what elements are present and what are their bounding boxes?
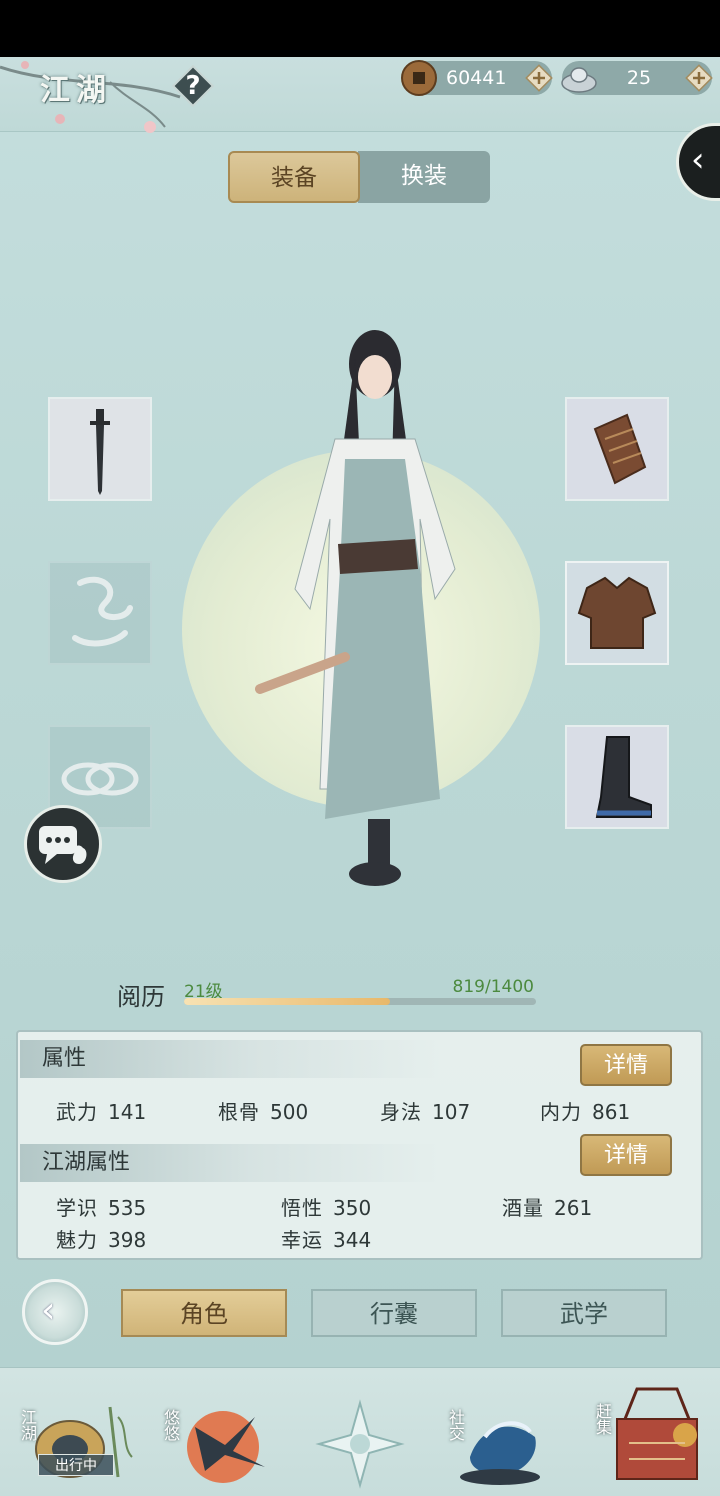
experience-value: 819/1400 — [452, 977, 534, 997]
bottom-nav-youyou-label: 悠悠 — [161, 1409, 180, 1441]
stat-item: 魅力 398 — [56, 1228, 147, 1252]
nav-bag-button[interactable]: 行囊 — [311, 1289, 477, 1337]
copper-coin-value: 60441 — [446, 67, 507, 89]
silver-ingot-display: 25 — [561, 61, 714, 95]
attributes-title: 属性 — [20, 1040, 440, 1078]
traveling-badge: 出行中 — [38, 1454, 114, 1476]
chat-bubble-icon — [39, 826, 87, 864]
jianghu-attributes-detail-button[interactable]: 详情 — [580, 1134, 672, 1176]
leather-bracer-icon — [593, 413, 647, 485]
nav-skill-button[interactable]: 武学 — [501, 1289, 667, 1337]
market-cart-icon — [616, 1387, 698, 1480]
compass-star-icon — [315, 1399, 405, 1489]
add-coin-icon[interactable] — [524, 63, 554, 93]
leather-armor-icon — [577, 576, 657, 649]
bottom-nav-jianghu-label: 江湖 — [18, 1409, 37, 1441]
experience-label: 阅历 — [117, 983, 165, 1011]
slot-weapon[interactable] — [48, 397, 152, 501]
character-portrait[interactable] — [250, 319, 480, 889]
slot-bracer[interactable] — [565, 397, 669, 501]
copper-coin-icon — [401, 60, 437, 96]
page-title: 江湖 — [40, 73, 112, 108]
copper-coin-display: 60441 — [401, 60, 554, 96]
stat-item: 内力 861 — [540, 1100, 631, 1124]
equipment-screen: 江湖 ? 60441 25 换装 装备 ‹ 阅历 21级 819/1400 属性… — [0, 57, 720, 1496]
back-arrow-icon: ‹ — [41, 1290, 56, 1331]
top-header: 江湖 ? 60441 25 — [0, 57, 720, 133]
status-bar — [0, 0, 720, 57]
help-label: ? — [185, 71, 201, 101]
chevron-left-icon: ‹ — [691, 140, 705, 180]
jianghu-attributes-title: 江湖属性 — [20, 1144, 440, 1182]
experience-progress-fill — [184, 998, 390, 1005]
cloud-swirl-icon — [72, 576, 133, 647]
add-silver-icon[interactable] — [684, 63, 714, 93]
bottom-nav-center[interactable] — [315, 1399, 405, 1489]
stat-item: 根骨 500 — [218, 1100, 309, 1124]
back-button[interactable]: ‹ — [22, 1279, 88, 1345]
tab-outfit[interactable]: 换装 — [358, 151, 490, 203]
slot-accessory-empty[interactable] — [48, 561, 152, 665]
bottom-nav-youyou[interactable]: 悠悠 — [155, 1387, 275, 1492]
bottom-nav-social[interactable]: 社交 — [440, 1387, 560, 1492]
slot-boots[interactable] — [565, 725, 669, 829]
equipment-tab-group: 换装 装备 — [228, 151, 492, 203]
stat-item: 酒量 261 — [502, 1196, 593, 1220]
attribute-panel: 属性 详情 武力 141 根骨 500 身法 107 内力 861 江湖属性 详情 学识… — [16, 1030, 703, 1260]
nav-role-button[interactable]: 角色 — [121, 1289, 287, 1337]
stat-item: 武力 141 — [56, 1100, 147, 1124]
side-panel-toggle[interactable]: ‹ — [676, 123, 720, 201]
dagger-icon — [90, 409, 110, 495]
plum-branch-decoration — [0, 61, 181, 133]
bottom-nav-market[interactable]: 赶集 — [585, 1383, 715, 1493]
silver-ingot-icon — [561, 67, 597, 93]
experience-progress-bar — [184, 998, 536, 1005]
stat-item: 身法 107 — [380, 1100, 471, 1124]
chat-button[interactable] — [24, 805, 102, 883]
bottom-nav-social-label: 社交 — [446, 1409, 465, 1441]
tab-equipment[interactable]: 装备 — [228, 151, 360, 203]
silver-ingot-value: 25 — [626, 67, 652, 89]
boots-icon — [595, 736, 652, 818]
slot-armor[interactable] — [565, 561, 669, 665]
help-button[interactable]: ? — [170, 63, 216, 109]
attributes-detail-button[interactable]: 详情 — [580, 1044, 672, 1086]
stat-item: 悟性 350 — [281, 1196, 372, 1220]
stat-item: 学识 535 — [56, 1196, 147, 1220]
stat-item: 幸运 344 — [281, 1228, 372, 1252]
bottom-nav-market-label: 赶集 — [593, 1403, 612, 1435]
